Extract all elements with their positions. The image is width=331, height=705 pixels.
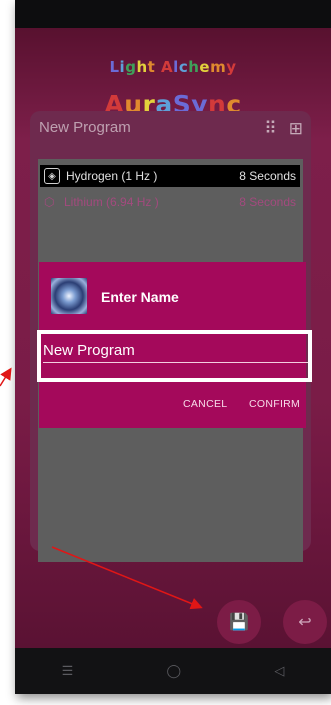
arrow-to-input [0, 367, 12, 387]
return-icon: ↩ [298, 614, 312, 631]
save-button[interactable]: 💾 [217, 600, 261, 644]
system-nav-bar: ☰ ◯ ◁ [15, 648, 331, 694]
brand-letter: e [199, 58, 211, 76]
list-item[interactable]: ◈ Hydrogen (1 Hz ) 8 Seconds [40, 165, 300, 187]
cube-icon: ◈ [44, 168, 60, 184]
program-name-input[interactable] [43, 339, 309, 363]
list-item-label: Lithium (6.94 Hz ) [64, 195, 159, 209]
return-button[interactable]: ↩ [283, 600, 327, 644]
brand-letter: L [109, 58, 120, 76]
brand-letter: y [226, 58, 237, 76]
brand-letter: m [210, 58, 227, 76]
grid-icon[interactable]: ⠿ [264, 119, 276, 139]
enter-name-dialog: Enter Name CANCEL CONFIRM [39, 262, 309, 428]
list-item-duration: 8 Seconds [239, 195, 296, 209]
status-bar [15, 0, 331, 28]
save-icon: 💾 [229, 614, 249, 631]
brand-letter: g [125, 58, 137, 76]
brand-letter: A [161, 58, 174, 76]
list-item-label: Hydrogen (1 Hz ) [66, 169, 158, 183]
brand-subtitle: Light Alchemy [15, 58, 331, 76]
mandala-icon [51, 278, 87, 314]
cancel-button[interactable]: CANCEL [183, 398, 227, 410]
back-icon[interactable]: ◁ [274, 663, 284, 679]
add-box-icon[interactable]: ⊞ [289, 119, 303, 139]
confirm-button[interactable]: CONFIRM [249, 398, 300, 410]
dialog-title: Enter Name [101, 289, 179, 305]
home-icon[interactable]: ◯ [167, 663, 182, 679]
brand-letter: c [178, 58, 189, 76]
list-item-duration: 8 Seconds [239, 169, 296, 183]
phone-frame: Light Alchemy AuraSync New Program ⠿ ⊞ ◈… [15, 0, 331, 694]
menu-icon[interactable]: ☰ [62, 663, 74, 679]
brand-letter: h [136, 58, 148, 76]
brand-letter: h [188, 58, 200, 76]
cube-icon: ⬡ [44, 195, 55, 209]
list-item[interactable]: ⬡ Lithium (6.94 Hz ) 8 Seconds [40, 191, 300, 213]
program-title: New Program [39, 119, 131, 136]
